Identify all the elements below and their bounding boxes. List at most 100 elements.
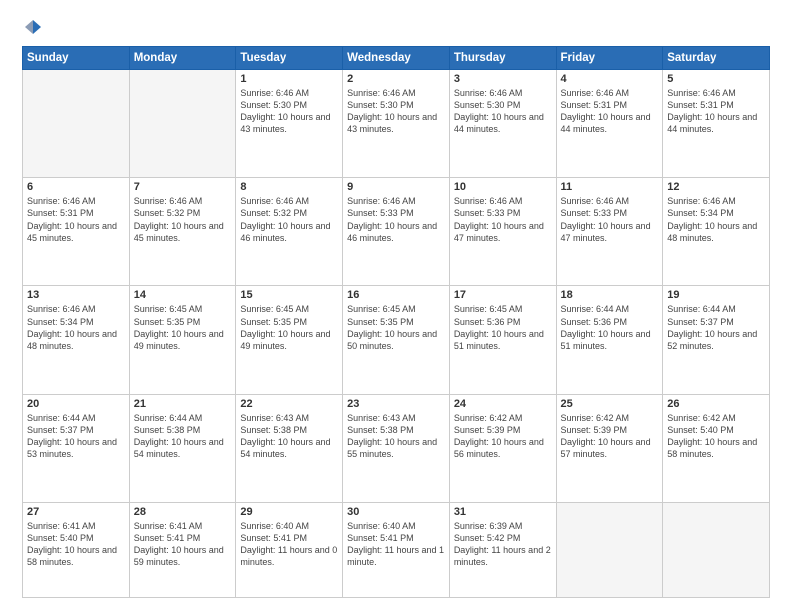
day-cell: 17 Sunrise: 6:45 AMSunset: 5:36 PMDayligh…	[449, 286, 556, 394]
day-cell: 6 Sunrise: 6:46 AMSunset: 5:31 PMDaylight…	[23, 178, 130, 286]
day-cell	[663, 502, 770, 597]
day-number: 17	[454, 289, 552, 301]
day-detail: Sunrise: 6:46 AMSunset: 5:32 PMDaylight:…	[134, 195, 232, 244]
day-cell: 9 Sunrise: 6:46 AMSunset: 5:33 PMDaylight…	[343, 178, 450, 286]
weekday-header-saturday: Saturday	[663, 47, 770, 70]
calendar-table: SundayMondayTuesdayWednesdayThursdayFrid…	[22, 46, 770, 598]
day-number: 3	[454, 73, 552, 85]
day-cell	[129, 70, 236, 178]
day-cell: 8Sunrise: 6:46 AMSunset: 5:32 PMDaylight…	[236, 178, 343, 286]
day-detail: Sunrise: 6:39 AMSunset: 5:42 PMDaylight:…	[454, 520, 552, 569]
day-cell: 1 Sunrise: 6:46 AMSunset: 5:30 PMDaylight…	[236, 70, 343, 178]
day-detail: Sunrise: 6:45 AMSunset: 5:35 PMDaylight:…	[347, 303, 445, 352]
logo-flag-icon	[24, 18, 42, 36]
day-number: 21	[134, 398, 232, 410]
day-number: 6	[27, 181, 125, 193]
day-cell: 11 Sunrise: 6:46 AMSunset: 5:33 PMDayligh…	[556, 178, 663, 286]
day-number: 24	[454, 398, 552, 410]
day-cell: 26 Sunrise: 6:42 AMSunset: 5:40 PMDayligh…	[663, 394, 770, 502]
weekday-header-monday: Monday	[129, 47, 236, 70]
day-cell: 16 Sunrise: 6:45 AMSunset: 5:35 PMDayligh…	[343, 286, 450, 394]
day-cell: 20 Sunrise: 6:44 AMSunset: 5:37 PMDayligh…	[23, 394, 130, 502]
day-cell: 24 Sunrise: 6:42 AMSunset: 5:39 PMDayligh…	[449, 394, 556, 502]
day-number: 7	[134, 181, 232, 193]
weekday-header-friday: Friday	[556, 47, 663, 70]
day-number: 20	[27, 398, 125, 410]
day-detail: Sunrise: 6:41 AMSunset: 5:41 PMDaylight:…	[134, 520, 232, 569]
day-number: 5	[667, 73, 765, 85]
day-number: 4	[561, 73, 659, 85]
day-cell: 13Sunrise: 6:46 AMSunset: 5:34 PMDayligh…	[23, 286, 130, 394]
day-cell	[556, 502, 663, 597]
day-cell: 30 Sunrise: 6:40 AMSunset: 5:41 PMDayligh…	[343, 502, 450, 597]
day-number: 23	[347, 398, 445, 410]
week-row-1: 1 Sunrise: 6:46 AMSunset: 5:30 PMDaylight…	[23, 70, 770, 178]
day-number: 26	[667, 398, 765, 410]
day-number: 29	[240, 506, 338, 518]
day-detail: Sunrise: 6:46 AMSunset: 5:33 PMDaylight:…	[561, 195, 659, 244]
day-cell: 18 Sunrise: 6:44 AMSunset: 5:36 PMDayligh…	[556, 286, 663, 394]
day-cell: 22 Sunrise: 6:43 AMSunset: 5:38 PMDayligh…	[236, 394, 343, 502]
day-detail: Sunrise: 6:45 AMSunset: 5:35 PMDaylight:…	[134, 303, 232, 352]
day-number: 13	[27, 289, 125, 301]
day-cell: 27Sunrise: 6:41 AMSunset: 5:40 PMDayligh…	[23, 502, 130, 597]
day-cell: 14 Sunrise: 6:45 AMSunset: 5:35 PMDayligh…	[129, 286, 236, 394]
logo	[22, 18, 42, 36]
day-detail: Sunrise: 6:46 AMSunset: 5:33 PMDaylight:…	[347, 195, 445, 244]
weekday-header-wednesday: Wednesday	[343, 47, 450, 70]
week-row-4: 20 Sunrise: 6:44 AMSunset: 5:37 PMDayligh…	[23, 394, 770, 502]
day-cell: 31 Sunrise: 6:39 AMSunset: 5:42 PMDayligh…	[449, 502, 556, 597]
day-detail: Sunrise: 6:46 AMSunset: 5:34 PMDaylight:…	[667, 195, 765, 244]
day-detail: Sunrise: 6:45 AMSunset: 5:35 PMDaylight:…	[240, 303, 338, 352]
day-number: 18	[561, 289, 659, 301]
day-detail: Sunrise: 6:40 AMSunset: 5:41 PMDaylight:…	[240, 520, 338, 569]
page: SundayMondayTuesdayWednesdayThursdayFrid…	[0, 0, 792, 612]
day-cell: 7 Sunrise: 6:46 AMSunset: 5:32 PMDaylight…	[129, 178, 236, 286]
day-number: 11	[561, 181, 659, 193]
week-row-2: 6 Sunrise: 6:46 AMSunset: 5:31 PMDaylight…	[23, 178, 770, 286]
day-detail: Sunrise: 6:46 AMSunset: 5:31 PMDaylight:…	[667, 87, 765, 136]
header	[22, 18, 770, 36]
day-detail: Sunrise: 6:45 AMSunset: 5:36 PMDaylight:…	[454, 303, 552, 352]
day-cell	[23, 70, 130, 178]
day-number: 14	[134, 289, 232, 301]
day-detail: Sunrise: 6:46 AMSunset: 5:31 PMDaylight:…	[561, 87, 659, 136]
day-number: 22	[240, 398, 338, 410]
day-number: 31	[454, 506, 552, 518]
day-detail: Sunrise: 6:46 AMSunset: 5:30 PMDaylight:…	[347, 87, 445, 136]
day-cell: 2Sunrise: 6:46 AMSunset: 5:30 PMDaylight…	[343, 70, 450, 178]
day-cell: 23Sunrise: 6:43 AMSunset: 5:38 PMDayligh…	[343, 394, 450, 502]
day-detail: Sunrise: 6:40 AMSunset: 5:41 PMDaylight:…	[347, 520, 445, 569]
day-detail: Sunrise: 6:44 AMSunset: 5:37 PMDaylight:…	[667, 303, 765, 352]
day-cell: 12 Sunrise: 6:46 AMSunset: 5:34 PMDayligh…	[663, 178, 770, 286]
day-detail: Sunrise: 6:41 AMSunset: 5:40 PMDaylight:…	[27, 520, 125, 569]
day-detail: Sunrise: 6:42 AMSunset: 5:39 PMDaylight:…	[454, 412, 552, 461]
day-number: 30	[347, 506, 445, 518]
day-cell: 4 Sunrise: 6:46 AMSunset: 5:31 PMDaylight…	[556, 70, 663, 178]
day-detail: Sunrise: 6:46 AMSunset: 5:31 PMDaylight:…	[27, 195, 125, 244]
day-number: 25	[561, 398, 659, 410]
day-detail: Sunrise: 6:44 AMSunset: 5:37 PMDaylight:…	[27, 412, 125, 461]
day-detail: Sunrise: 6:42 AMSunset: 5:39 PMDaylight:…	[561, 412, 659, 461]
day-number: 16	[347, 289, 445, 301]
day-cell: 3Sunrise: 6:46 AMSunset: 5:30 PMDaylight…	[449, 70, 556, 178]
day-detail: Sunrise: 6:44 AMSunset: 5:36 PMDaylight:…	[561, 303, 659, 352]
day-number: 19	[667, 289, 765, 301]
day-cell: 5 Sunrise: 6:46 AMSunset: 5:31 PMDaylight…	[663, 70, 770, 178]
day-number: 8	[240, 181, 338, 193]
day-cell: 19 Sunrise: 6:44 AMSunset: 5:37 PMDayligh…	[663, 286, 770, 394]
day-number: 1	[240, 73, 338, 85]
day-number: 15	[240, 289, 338, 301]
weekday-header-sunday: Sunday	[23, 47, 130, 70]
week-row-5: 27Sunrise: 6:41 AMSunset: 5:40 PMDayligh…	[23, 502, 770, 597]
day-detail: Sunrise: 6:46 AMSunset: 5:30 PMDaylight:…	[240, 87, 338, 136]
day-cell: 25 Sunrise: 6:42 AMSunset: 5:39 PMDayligh…	[556, 394, 663, 502]
day-number: 28	[134, 506, 232, 518]
day-detail: Sunrise: 6:43 AMSunset: 5:38 PMDaylight:…	[240, 412, 338, 461]
day-detail: Sunrise: 6:42 AMSunset: 5:40 PMDaylight:…	[667, 412, 765, 461]
day-cell: 21Sunrise: 6:44 AMSunset: 5:38 PMDayligh…	[129, 394, 236, 502]
day-detail: Sunrise: 6:46 AMSunset: 5:33 PMDaylight:…	[454, 195, 552, 244]
day-number: 9	[347, 181, 445, 193]
day-number: 12	[667, 181, 765, 193]
weekday-header-row: SundayMondayTuesdayWednesdayThursdayFrid…	[23, 47, 770, 70]
